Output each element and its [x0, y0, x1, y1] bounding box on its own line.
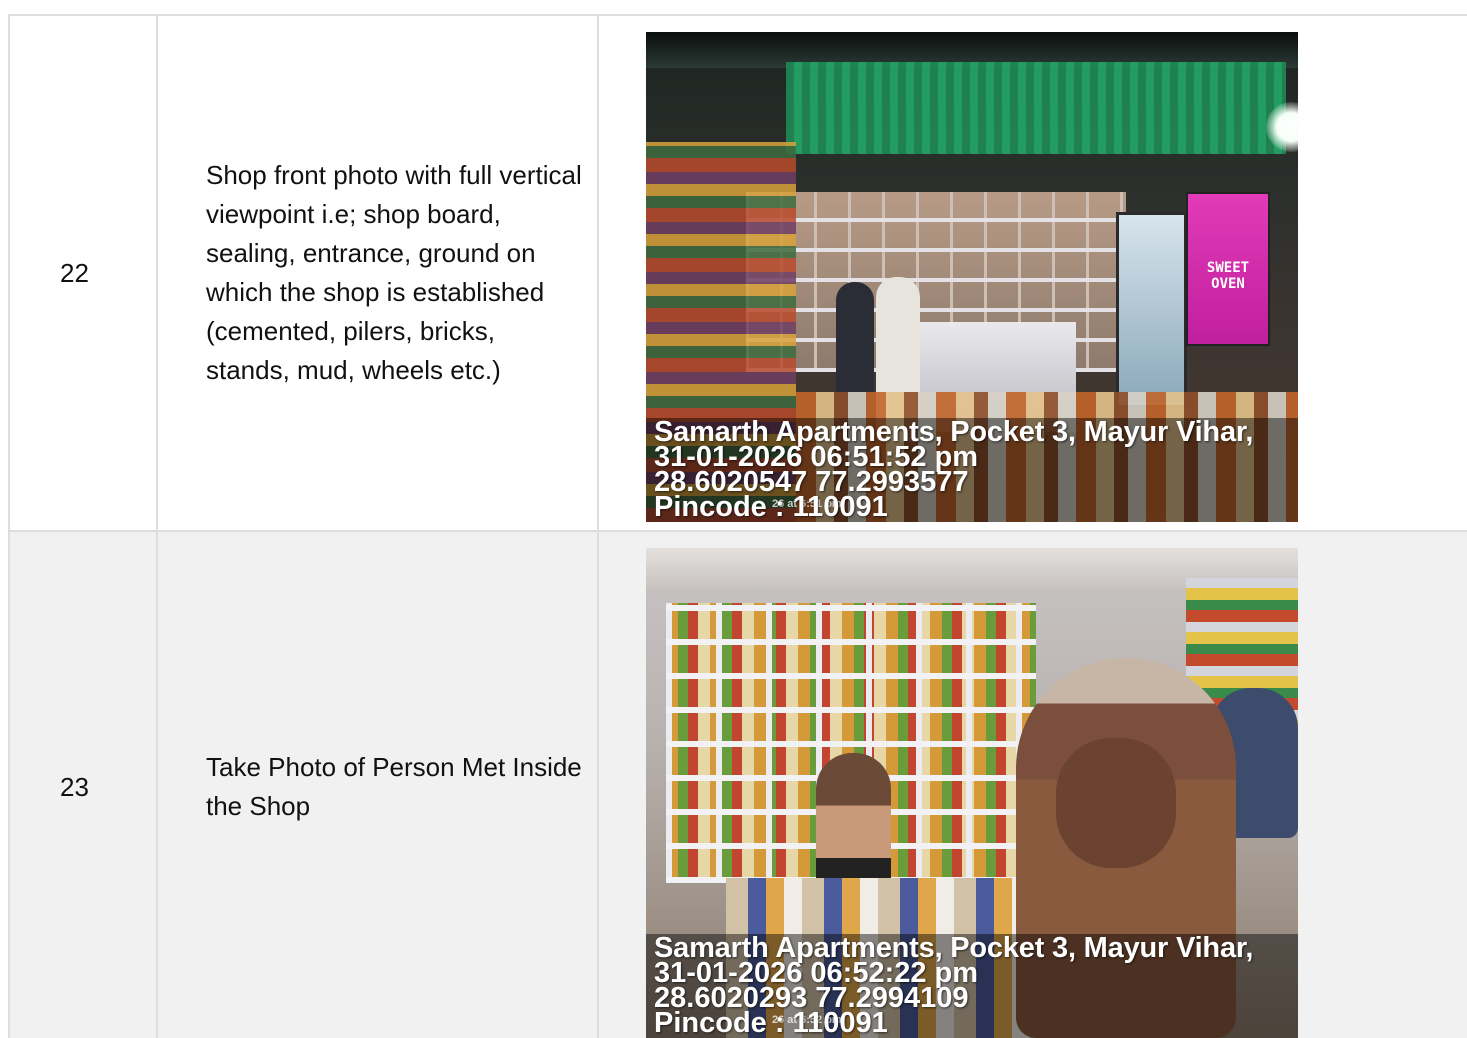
geo-stamp: Samarth Apartments, Pocket 3, Mayur Viha… [654, 934, 1253, 1038]
shop-front-photo[interactable]: SWEET OVEN 26 at 6:51 pm Samarth Apartme… [646, 32, 1298, 522]
photo-cell: SWEET OVEN 26 at 6:51 pm Samarth Apartme… [597, 14, 1467, 532]
inspection-table: 22 Shop front photo with full vertical v… [8, 14, 1467, 1038]
photo-face [1056, 738, 1176, 868]
table-row: 23 Take Photo of Person Met Inside the S… [8, 530, 1467, 1038]
photo-fridge [1116, 212, 1187, 408]
photo-cell: 26 at 6:52 pm Samarth Apartments, Pocket… [597, 530, 1467, 1038]
row-number: 22 [8, 14, 158, 532]
person-met-photo[interactable]: 26 at 6:52 pm Samarth Apartments, Pocket… [646, 548, 1298, 1038]
photo-green-net [786, 62, 1286, 154]
row-description: Take Photo of Person Met Inside the Shop [156, 530, 599, 1038]
report-page: 22 Shop front photo with full vertical v… [0, 0, 1467, 1038]
table-row: 22 Shop front photo with full vertical v… [8, 14, 1467, 532]
stamp-pincode: Pincode : 110091 [654, 1007, 888, 1038]
photo-banner: SWEET OVEN [1186, 192, 1270, 346]
banner-text: SWEET OVEN [1206, 260, 1250, 292]
row-number: 23 [8, 530, 158, 1038]
stamp-pincode: Pincode : 110091 [654, 491, 888, 522]
row-description: Shop front photo with full vertical view… [156, 14, 599, 532]
geo-stamp: Samarth Apartments, Pocket 3, Mayur Viha… [654, 418, 1253, 522]
